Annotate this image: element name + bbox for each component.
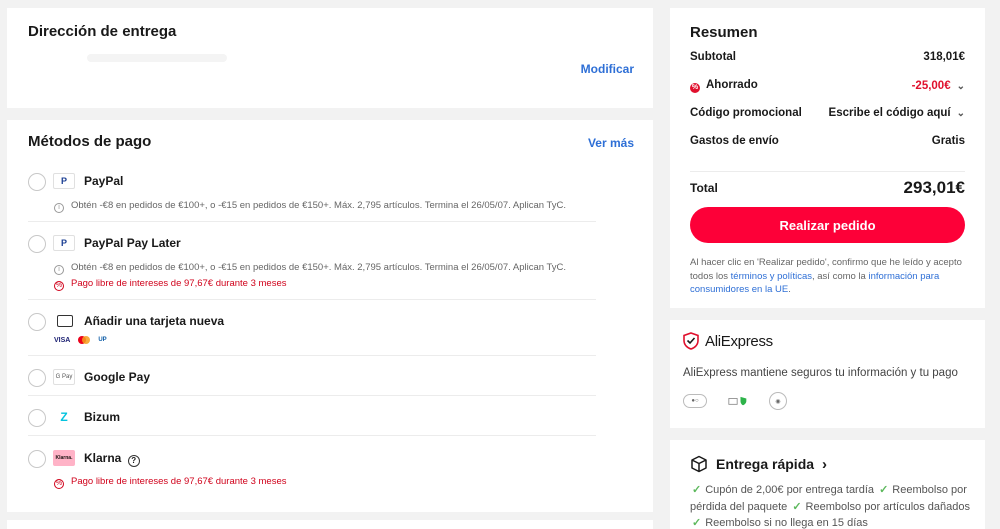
paypal-pay-later-radio[interactable]: [28, 235, 46, 253]
chevron-down-icon: ⌄: [956, 81, 965, 92]
check-icon: ✓: [692, 517, 702, 529]
subtotal-row: Subtotal 318,01€: [690, 51, 965, 63]
package-icon: [691, 455, 707, 473]
promo-code-label: Código promocional: [690, 107, 802, 119]
paypal-icon: P: [53, 173, 75, 189]
saved-value: -25,00€: [911, 80, 951, 92]
aliexpress-brand: AliExpress: [705, 332, 773, 350]
installment-promo: % Pago libre de intereses de 97,67€ duran…: [54, 476, 287, 489]
payment-method-paypal[interactable]: P PayPal i Obtén -€8 en pedidos de €100+,…: [28, 168, 596, 222]
fast-delivery-header[interactable]: Entrega rápida ›: [690, 455, 827, 473]
saved-label-wrap: % Ahorrado: [690, 79, 758, 93]
saved-row[interactable]: % Ahorrado -25,00€ ⌄: [690, 79, 965, 93]
payment-title: Métodos de pago: [28, 133, 152, 150]
terms-link[interactable]: términos y políticas: [731, 271, 812, 282]
security-badge-icon: ●○: [683, 394, 707, 408]
info-icon: i: [54, 265, 64, 275]
saved-label: Ahorrado: [706, 79, 758, 91]
place-order-button[interactable]: Realizar pedido: [690, 207, 965, 243]
card-brands: VISA UP: [54, 335, 107, 345]
check-icon: ✓: [879, 484, 889, 496]
check-icon: ✓: [692, 484, 702, 496]
klarna-icon: Klarna.: [53, 450, 75, 466]
google-pay-radio[interactable]: [28, 369, 46, 387]
google-pay-icon: G Pay: [53, 369, 75, 385]
summary-divider: [690, 171, 965, 172]
security-badges: ●○ ◉: [683, 392, 787, 410]
total-label: Total: [690, 181, 718, 195]
shield-check-icon: [683, 332, 699, 350]
payment-method-name: PayPal Pay Later: [84, 236, 181, 250]
total-value: 293,01€: [903, 178, 965, 197]
payment-method-name: Google Pay: [84, 370, 151, 384]
shipping-row: Gastos de envío Gratis: [690, 135, 965, 147]
pci-badge-icon: ◉: [769, 392, 787, 410]
modify-address-link[interactable]: Modificar: [581, 62, 634, 76]
chevron-down-icon: ⌄: [956, 108, 965, 119]
address-placeholder-blur: [87, 54, 227, 62]
fast-delivery-card: Entrega rápida › ✓ Cupón de 2,00€ por ent…: [670, 440, 985, 529]
bizum-icon: Z: [60, 410, 68, 424]
promo-code-row[interactable]: Código promocional Escribe el código aqu…: [690, 107, 965, 119]
payment-method-name: PayPal: [84, 174, 124, 188]
aliexpress-logo: AliExpress: [683, 332, 773, 350]
payment-method-name: Klarna: [84, 451, 122, 465]
summary-title: Resumen: [690, 24, 758, 41]
subtotal-label: Subtotal: [690, 51, 736, 63]
list-item: Reembolso por artículos dañados: [805, 500, 971, 513]
shipping-value: Gratis: [931, 135, 965, 147]
fast-delivery-title: Entrega rápida: [716, 456, 815, 472]
list-item: Reembolso si no llega en 15 días: [705, 517, 868, 529]
help-icon[interactable]: ?: [127, 455, 140, 467]
verified-badge-icon: [725, 394, 751, 408]
security-card: AliExpress AliExpress mantiene seguros t…: [670, 320, 985, 428]
legal-text: Al hacer clic en 'Realizar pedido', conf…: [690, 257, 962, 295]
visa-icon: VISA: [54, 336, 71, 344]
payment-method-note: i Obtén -€8 en pedidos de €100+, o -€15 e…: [54, 200, 566, 213]
promo-code-input[interactable]: Escribe el código aquí ⌄: [829, 107, 965, 119]
see-more-link[interactable]: Ver más: [588, 136, 634, 150]
list-item: Cupón de 2,00€ por entrega tardía: [705, 484, 875, 496]
saved-value-wrap[interactable]: -25,00€ ⌄: [912, 80, 965, 92]
payment-methods-card: Métodos de pago Ver más P PayPal i Obtén …: [7, 120, 653, 512]
order-summary-card: Resumen Subtotal 318,01€ % Ahorrado -25,0…: [670, 8, 985, 308]
payment-method-paypal-pay-later[interactable]: P PayPal Pay Later i Obtén -€8 en pedidos…: [28, 230, 596, 300]
shipping-label: Gastos de envío: [690, 135, 779, 147]
payment-method-name-row: Klarna ?: [84, 451, 140, 467]
payment-method-note: i Obtén -€8 en pedidos de €100+, o -€15 e…: [54, 262, 566, 275]
unionpay-icon: UP: [98, 337, 107, 343]
check-icon: ✓: [792, 500, 802, 513]
chevron-right-icon: ›: [822, 455, 828, 473]
installment-promo: % Pago libre de intereses de 97,67€ duran…: [54, 278, 287, 291]
bizum-radio[interactable]: [28, 409, 46, 427]
payment-method-new-card[interactable]: Añadir una tarjeta nueva VISA UP: [28, 308, 596, 356]
paypal-radio[interactable]: [28, 173, 46, 191]
klarna-radio[interactable]: [28, 450, 46, 468]
info-icon: i: [54, 203, 64, 213]
mastercard-icon: [76, 335, 92, 345]
new-card-radio[interactable]: [28, 313, 46, 331]
delivery-address-card: Dirección de entrega Modificar: [7, 8, 653, 108]
security-text: AliExpress mantiene seguros tu informaci…: [683, 367, 958, 379]
payment-method-klarna[interactable]: Klarna. Klarna ? % Pago libre de interese…: [28, 445, 596, 495]
fast-delivery-list: ✓ Cupón de 2,00€ por entrega tardía ✓ Reem…: [690, 482, 972, 529]
discount-icon: %: [690, 83, 700, 93]
payment-method-name: Añadir una tarjeta nueva: [84, 314, 225, 328]
address-title: Dirección de entrega: [28, 23, 177, 40]
next-section-card: [7, 520, 653, 529]
paypal-icon: P: [53, 235, 75, 251]
payment-method-name: Bizum: [84, 410, 120, 424]
installment-icon: %: [54, 281, 64, 291]
installment-icon: %: [54, 479, 64, 489]
subtotal-value: 318,01€: [923, 51, 965, 63]
credit-card-icon: [57, 315, 73, 327]
payment-method-google-pay[interactable]: G Pay Google Pay: [28, 364, 596, 396]
total-row: Total 293,01€: [690, 178, 965, 198]
payment-method-bizum[interactable]: Z Bizum: [28, 404, 596, 436]
